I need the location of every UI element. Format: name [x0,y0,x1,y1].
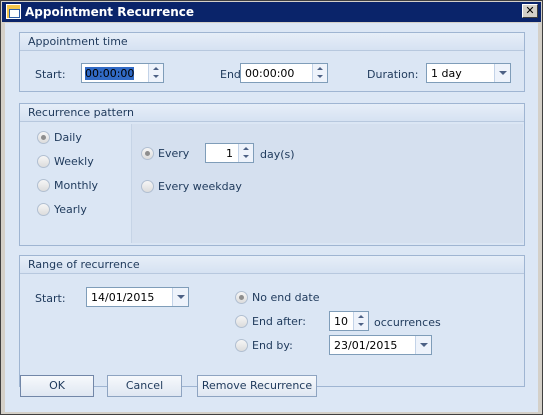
radio-no-end-date[interactable]: No end date [235,290,335,306]
dialog-body: Appointment time Start: 00:00:00 End: 00… [5,23,538,412]
radio-daily-dot [37,131,50,144]
duration-dropdown-icon[interactable] [494,64,510,82]
range-start-label: Start: [35,292,66,305]
radio-every-weekday-label: Every weekday [158,180,242,193]
radio-weekly-label: Weekly [54,155,94,168]
range-start-calendar-dropdown-icon[interactable] [172,288,188,306]
days-unit-label: day(s) [260,148,295,161]
radio-end-by-dot [235,339,248,352]
radio-monthly[interactable]: Monthly [37,178,117,194]
end-after-spinner[interactable] [353,312,368,330]
radio-no-end-date-dot [235,291,248,304]
radio-daily[interactable]: Daily [37,130,97,146]
end-by-date-value: 23/01/2015 [334,339,398,352]
radio-monthly-dot [37,179,50,192]
end-time-down-icon[interactable] [313,73,327,82]
start-time-label: Start: [35,68,66,81]
radio-end-by-label: End by: [252,339,293,352]
title-bar: Appointment Recurrence ✕ [2,2,541,22]
ok-button[interactable]: OK [20,375,94,397]
radio-monthly-label: Monthly [54,179,99,192]
occurrences-label: occurrences [374,316,441,329]
every-days-spinner[interactable] [238,144,253,162]
radio-daily-label: Daily [54,131,82,144]
radio-every-dot [141,147,154,160]
end-after-count-field[interactable]: 10 [329,311,369,331]
end-by-date-field[interactable]: 23/01/2015 [329,335,432,355]
radio-yearly-label: Yearly [54,203,87,216]
end-time-spinner[interactable] [312,64,327,82]
recurrence-pattern-group: Recurrence pattern Daily Weekly Monthly … [19,103,525,246]
start-time-spinner[interactable] [148,64,163,82]
close-icon[interactable]: ✕ [522,4,538,18]
start-time-down-icon[interactable] [149,73,163,82]
radio-weekly[interactable]: Weekly [37,154,107,170]
calendar-app-icon [6,4,21,19]
duration-label: Duration: [367,68,419,81]
radio-no-end-date-label: No end date [252,291,320,304]
radio-every-weekday-dot [141,180,154,193]
daily-options-panel: Every 1 day(s) Every weekday [131,124,523,243]
start-time-up-icon[interactable] [149,64,163,73]
end-time-field[interactable]: 00:00:00 [240,63,328,83]
appointment-time-header: Appointment time [20,33,524,51]
end-time-up-icon[interactable] [313,64,327,73]
end-after-count-value: 10 [334,315,348,328]
range-of-recurrence-header: Range of recurrence [20,256,524,274]
cancel-button[interactable]: Cancel [107,375,182,397]
radio-every-label: Every [158,147,190,160]
range-start-date-field[interactable]: 14/01/2015 [86,287,189,307]
every-days-field[interactable]: 1 [205,143,254,163]
range-start-date-value: 14/01/2015 [91,291,155,304]
start-time-field[interactable]: 00:00:00 [81,63,164,83]
start-time-value: 00:00:00 [85,67,135,80]
radio-end-after[interactable]: End after: [235,314,325,330]
every-days-value: 1 [226,147,233,160]
remove-recurrence-button[interactable]: Remove Recurrence [197,375,317,397]
radio-every-n-days[interactable]: Every [141,146,201,162]
radio-yearly-dot [37,203,50,216]
radio-end-after-label: End after: [252,315,306,328]
every-days-up-icon[interactable] [239,144,253,153]
end-after-up-icon[interactable] [354,312,368,321]
end-by-calendar-dropdown-icon[interactable] [415,336,431,354]
radio-yearly[interactable]: Yearly [37,202,107,218]
end-time-value: 00:00:00 [245,67,295,80]
appointment-time-group: Appointment time Start: 00:00:00 End: 00… [19,32,525,92]
radio-end-after-dot [235,315,248,328]
radio-every-weekday[interactable]: Every weekday [141,179,242,195]
recurrence-pattern-header: Recurrence pattern [20,104,524,122]
duration-value: 1 day [431,67,462,80]
window-title: Appointment Recurrence [25,5,195,19]
radio-weekly-dot [37,155,50,168]
appointment-recurrence-dialog: Appointment Recurrence ✕ Appointment tim… [0,0,543,415]
end-after-down-icon[interactable] [354,321,368,330]
range-of-recurrence-group: Range of recurrence Start: 14/01/2015 No… [19,255,525,387]
radio-end-by[interactable]: End by: [235,338,325,354]
every-days-down-icon[interactable] [239,153,253,162]
duration-select[interactable]: 1 day [426,63,511,83]
